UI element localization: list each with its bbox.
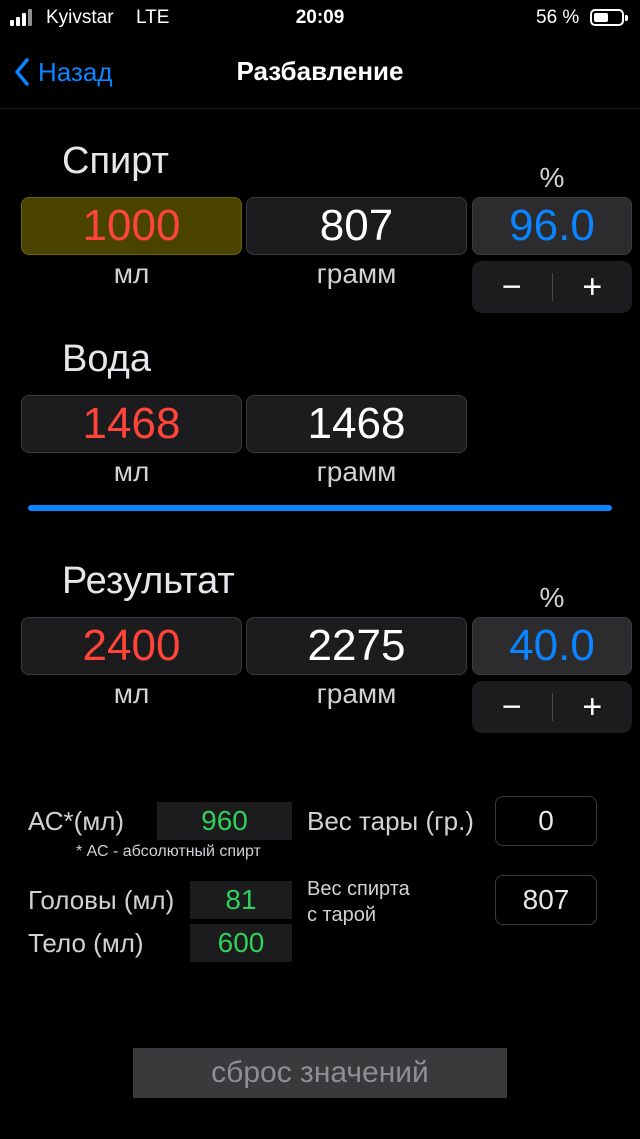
spirit-ml-unit: мл	[113, 258, 150, 289]
heads-label: Головы (мл)	[28, 885, 175, 915]
spirit-tare-label-line2: с тарой	[307, 904, 377, 926]
reset-button[interactable]: сброс значений	[133, 1048, 507, 1098]
result-minus-button[interactable]: −	[472, 681, 552, 733]
battery-percent: 56 %	[536, 7, 580, 28]
water-gram-unit: грамм	[316, 456, 397, 487]
result-title: Результат	[62, 560, 235, 602]
spirit-percent-label: %	[539, 162, 565, 193]
spirit-plus-button[interactable]: +	[553, 261, 633, 313]
ac-label: АС*(мл)	[28, 806, 125, 836]
ac-note: * АС - абсолютный спирт	[76, 843, 261, 860]
page-title: Разбавление	[236, 56, 404, 86]
spirit-tare-label-line1: Вес спирта	[307, 878, 410, 900]
result-plus-button[interactable]: +	[553, 681, 633, 733]
result-percent-input[interactable]: 40.0	[472, 617, 632, 675]
spirit-gram-input[interactable]: 807	[246, 197, 467, 255]
result-gram-unit: грамм	[316, 678, 397, 709]
spirit-percent-input[interactable]: 96.0	[472, 197, 632, 255]
water-ml-unit: мл	[113, 456, 150, 487]
spirit-percent-stepper[interactable]: − +	[472, 261, 632, 313]
section-divider	[28, 505, 612, 511]
result-gram-input[interactable]: 2275	[246, 617, 467, 675]
spirit-minus-button[interactable]: −	[472, 261, 552, 313]
water-gram-input[interactable]: 1468	[246, 395, 467, 453]
heads-value: 81	[190, 881, 292, 919]
result-percent-label: %	[539, 582, 565, 613]
spirit-tare-label: Вес спирта с тарой	[307, 876, 410, 928]
water-ml-input[interactable]: 1468	[21, 395, 242, 453]
battery-icon	[590, 9, 628, 26]
result-ml-unit: мл	[113, 678, 150, 709]
nav-divider	[0, 108, 640, 109]
tare-label: Вес тары (гр.)	[307, 806, 474, 836]
spirit-ml-input[interactable]: 1000	[21, 197, 242, 255]
spirit-tare-input[interactable]: 807	[495, 875, 597, 925]
tare-input[interactable]: 0	[495, 796, 597, 846]
body-value: 600	[190, 924, 292, 962]
water-title: Вода	[62, 338, 151, 380]
result-ml-input[interactable]: 2400	[21, 617, 242, 675]
body-label: Тело (мл)	[28, 928, 144, 958]
result-percent-stepper[interactable]: − +	[472, 681, 632, 733]
spirit-title: Спирт	[62, 140, 169, 182]
spirit-gram-unit: грамм	[316, 258, 397, 289]
ac-value: 960	[157, 802, 292, 840]
